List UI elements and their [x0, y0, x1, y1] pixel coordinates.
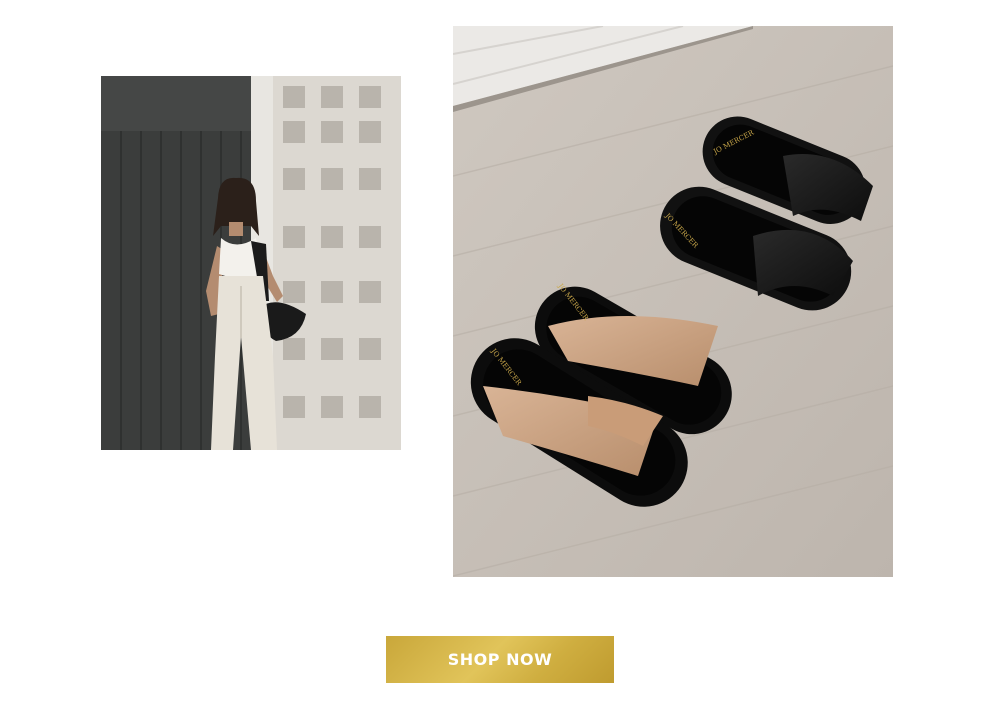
- shop-now-button[interactable]: SHOP NOW: [386, 636, 614, 683]
- product-photo: JO MERCER JO MERCER JO MERCER JO MERCER: [453, 26, 893, 577]
- lifestyle-photo: [101, 76, 401, 450]
